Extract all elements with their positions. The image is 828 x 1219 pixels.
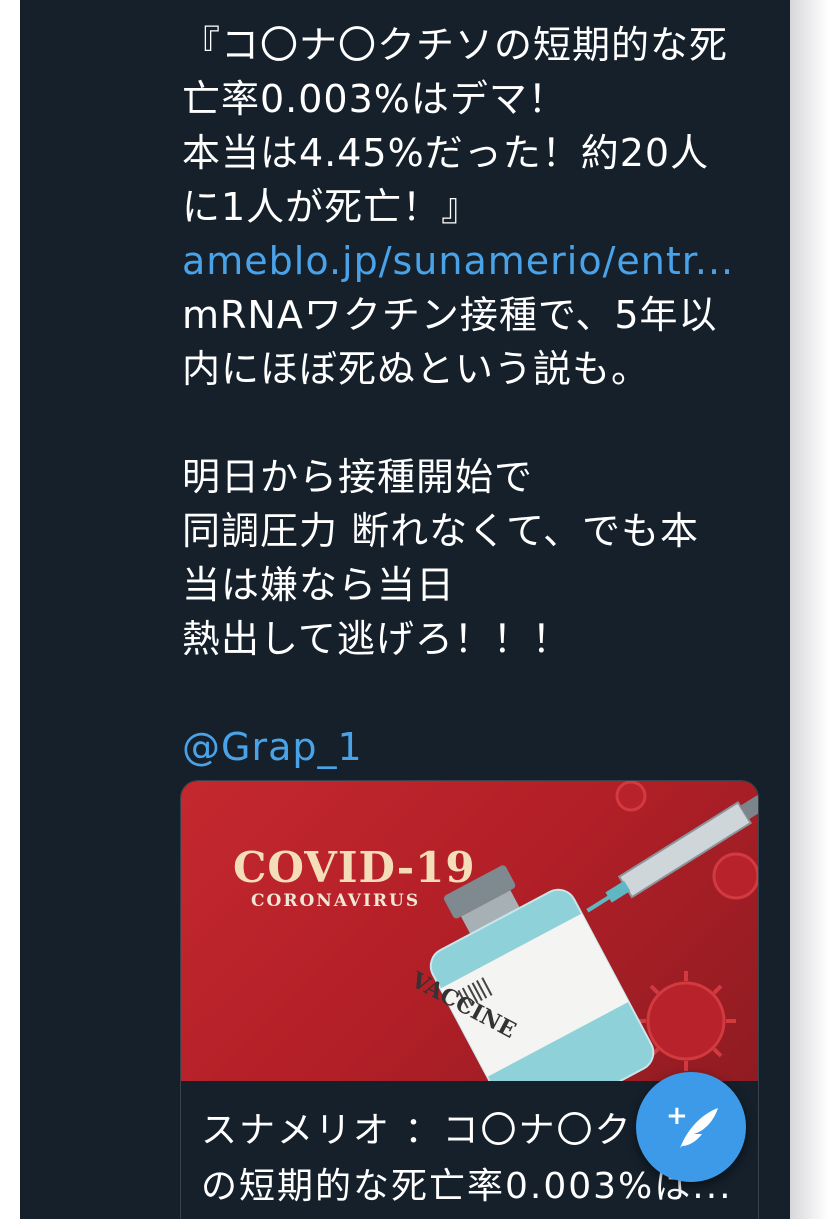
tweet-line: 熱出して逃げろ！！！ [182, 617, 571, 661]
tweet-line: 同調圧力 断れなくて、でも本 [182, 509, 700, 553]
image-title: COVID-19 [233, 843, 476, 892]
tweet-line: 本当は4.45%だった！約20人 [182, 131, 710, 175]
compose-button[interactable]: + [636, 1072, 746, 1182]
scroll-edge [790, 0, 828, 1219]
card-image: COVID-19 CORONAVIRUS VACCINE [181, 781, 758, 1081]
compose-tweet-icon: + [666, 1101, 718, 1148]
tweet-line: mRNAワクチン接種で、5年以 [182, 293, 718, 337]
tweet-body: 『コ〇ナ〇クチソの短期的な死 亡率0.003%はデマ！ 本当は4.45%だった！… [182, 18, 772, 774]
tweet-line: 亡率0.003%はデマ！ [182, 77, 567, 121]
mention-link[interactable]: @Grap_1 [182, 720, 772, 774]
tweet-line: 『コ〇ナ〇クチソの短期的な死 [182, 23, 729, 67]
svg-text:+: + [666, 1101, 688, 1131]
tweet-link[interactable]: ameblo.jp/sunamerio/entr... [182, 234, 772, 288]
vaccine-illustration [429, 781, 758, 1081]
image-subtitle: CORONAVIRUS [251, 891, 421, 911]
tweet-line: 明日から接種開始で [182, 455, 534, 499]
tweet-line: 内にほぼ死ぬという説も。 [182, 347, 651, 391]
tweet-line: 当は嫌なら当日 [182, 563, 456, 607]
tweet-line: に1人が死亡！』 [182, 185, 481, 229]
timeline-panel: 『コ〇ナ〇クチソの短期的な死 亡率0.003%はデマ！ 本当は4.45%だった！… [20, 0, 790, 1219]
